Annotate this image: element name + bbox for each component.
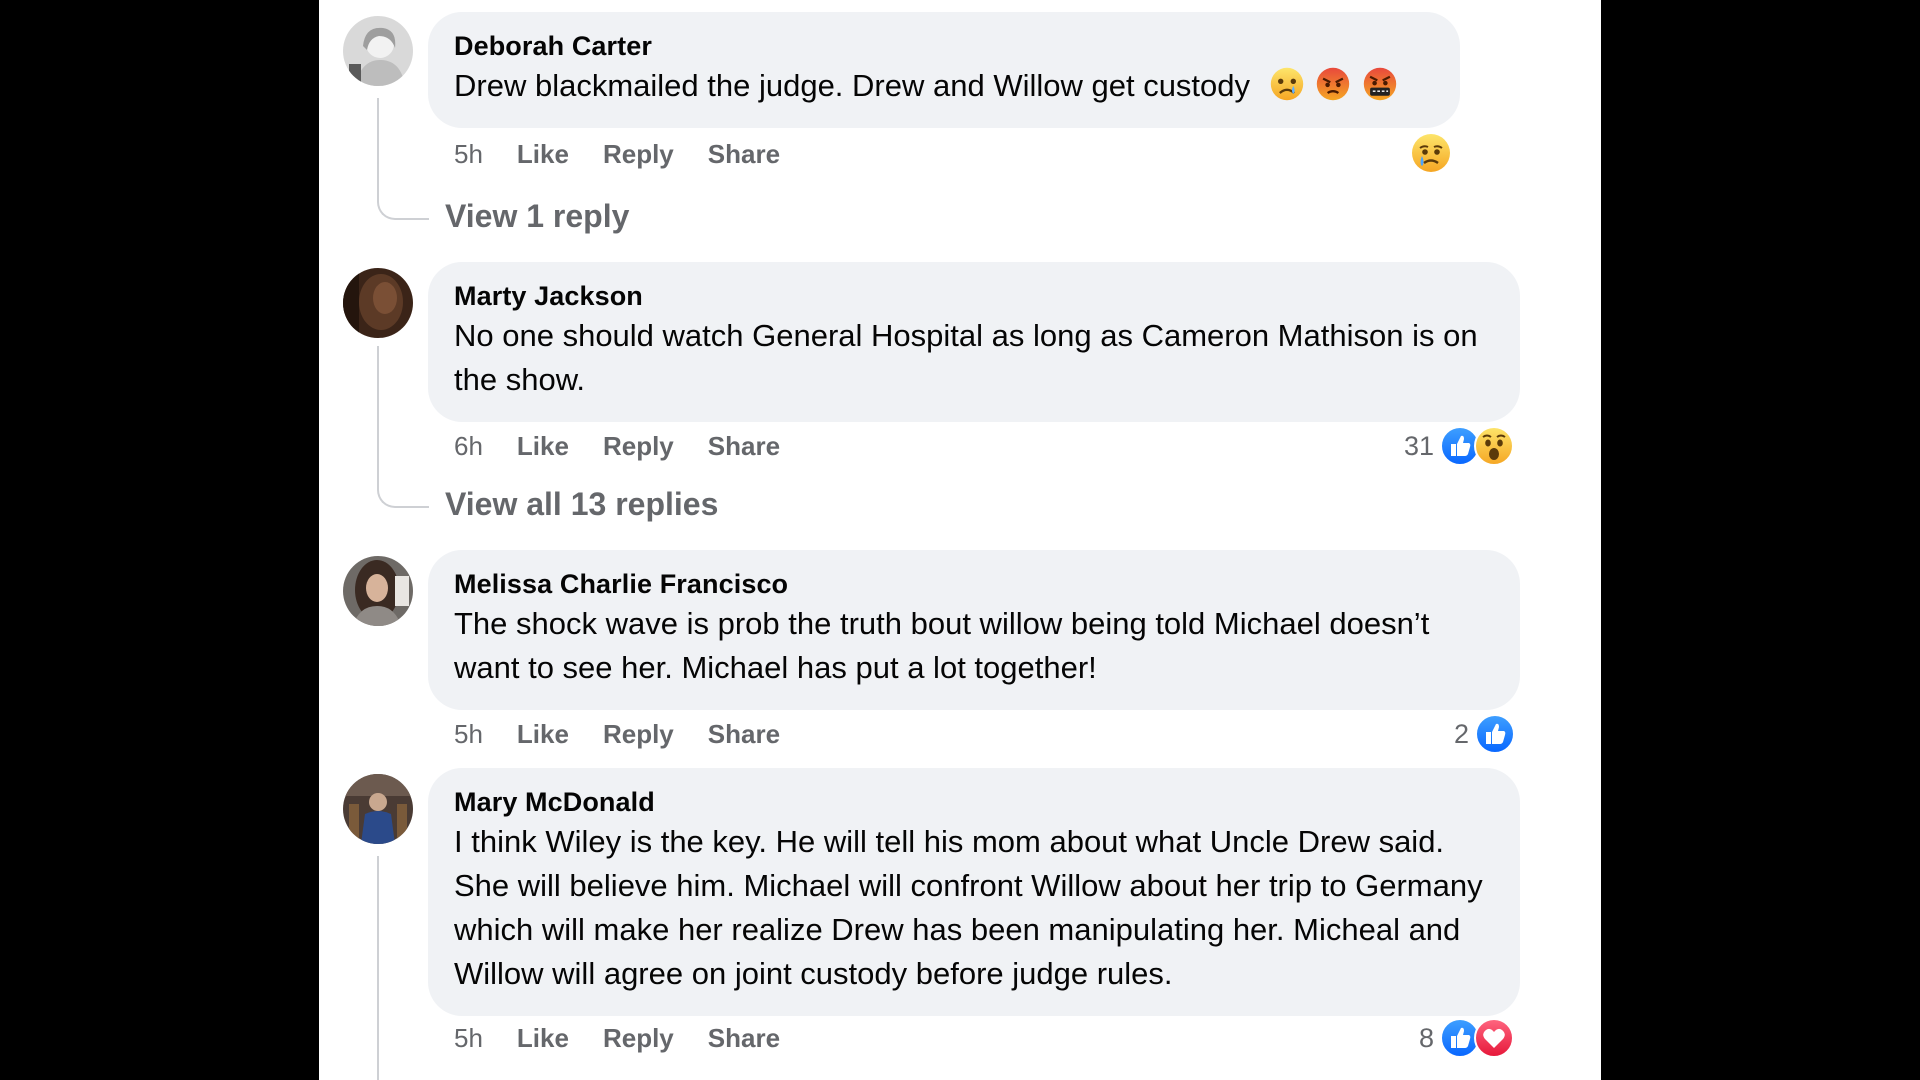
comment-timestamp[interactable]: 5h bbox=[454, 1023, 483, 1054]
sad-reaction-icon bbox=[1411, 133, 1451, 173]
like-button[interactable]: Like bbox=[517, 1023, 569, 1054]
comment-text: Drew blackmailed the judge. Drew and Wil… bbox=[454, 64, 1434, 108]
reactions-summary[interactable] bbox=[1411, 131, 1451, 175]
share-button[interactable]: Share bbox=[708, 139, 780, 170]
comments-panel: Deborah Carter Drew blackmailed the judg… bbox=[319, 0, 1601, 1080]
share-button[interactable]: Share bbox=[708, 719, 780, 750]
share-button[interactable]: Share bbox=[708, 431, 780, 462]
love-reaction-icon bbox=[1474, 1018, 1515, 1058]
cursing-emoji-icon bbox=[1362, 66, 1398, 102]
reaction-count: 8 bbox=[1419, 1022, 1435, 1053]
avatar[interactable] bbox=[343, 268, 413, 338]
view-replies-link[interactable]: View 1 reply bbox=[445, 198, 629, 235]
comment-author[interactable]: Mary McDonald bbox=[454, 786, 1494, 818]
comment-text: The shock wave is prob the truth bout wi… bbox=[454, 606, 1430, 685]
comment-actions: 5h Like Reply Share bbox=[454, 1018, 814, 1058]
avatar[interactable] bbox=[343, 556, 413, 626]
comment-text: No one should watch General Hospital as … bbox=[454, 318, 1478, 397]
comment-text: I think Wiley is the key. He will tell h… bbox=[454, 824, 1483, 991]
comment-text-body: Drew blackmailed the judge. Drew and Wil… bbox=[454, 68, 1251, 103]
reaction-count: 2 bbox=[1454, 718, 1470, 749]
like-reaction-icon bbox=[1475, 714, 1516, 754]
avatar[interactable] bbox=[343, 774, 413, 844]
reply-button[interactable]: Reply bbox=[603, 431, 674, 462]
wow-reaction-icon bbox=[1474, 426, 1515, 466]
comment-author[interactable]: Deborah Carter bbox=[454, 30, 1434, 62]
comment-actions: 6h Like Reply Share bbox=[454, 426, 814, 466]
reply-button[interactable]: Reply bbox=[603, 719, 674, 750]
thread-line bbox=[377, 856, 379, 1080]
sad-emoji-icon bbox=[1269, 66, 1305, 102]
comment-timestamp[interactable]: 6h bbox=[454, 431, 483, 462]
comment-actions: 5h Like Reply Share bbox=[454, 714, 814, 754]
comment-actions: 5h Like Reply Share bbox=[454, 134, 814, 174]
reply-button[interactable]: Reply bbox=[603, 139, 674, 170]
comment-author[interactable]: Melissa Charlie Francisco bbox=[454, 568, 1494, 600]
thread-connector bbox=[377, 198, 429, 220]
comment-bubble: Deborah Carter Drew blackmailed the judg… bbox=[428, 12, 1460, 128]
angry-emoji-icon bbox=[1315, 66, 1351, 102]
avatar[interactable] bbox=[343, 16, 413, 86]
like-button[interactable]: Like bbox=[517, 431, 569, 462]
thread-line bbox=[377, 98, 379, 198]
comment-bubble: Marty Jackson No one should watch Genera… bbox=[428, 262, 1520, 422]
reactions-summary[interactable]: 31 bbox=[1404, 424, 1515, 468]
comment-timestamp[interactable]: 5h bbox=[454, 719, 483, 750]
reaction-count: 31 bbox=[1404, 430, 1435, 461]
comment-bubble: Mary McDonald I think Wiley is the key. … bbox=[428, 768, 1520, 1016]
comment-author[interactable]: Marty Jackson bbox=[454, 280, 1494, 312]
share-button[interactable]: Share bbox=[708, 1023, 780, 1054]
view-replies-link[interactable]: View all 13 replies bbox=[445, 486, 718, 523]
like-button[interactable]: Like bbox=[517, 719, 569, 750]
reply-button[interactable]: Reply bbox=[603, 1023, 674, 1054]
reactions-summary[interactable]: 2 bbox=[1454, 712, 1516, 756]
like-button[interactable]: Like bbox=[517, 139, 569, 170]
reactions-summary[interactable]: 8 bbox=[1419, 1016, 1515, 1060]
comment-timestamp[interactable]: 5h bbox=[454, 139, 483, 170]
thread-line bbox=[377, 346, 379, 486]
thread-connector bbox=[377, 486, 429, 508]
comment-bubble: Melissa Charlie Francisco The shock wave… bbox=[428, 550, 1520, 710]
